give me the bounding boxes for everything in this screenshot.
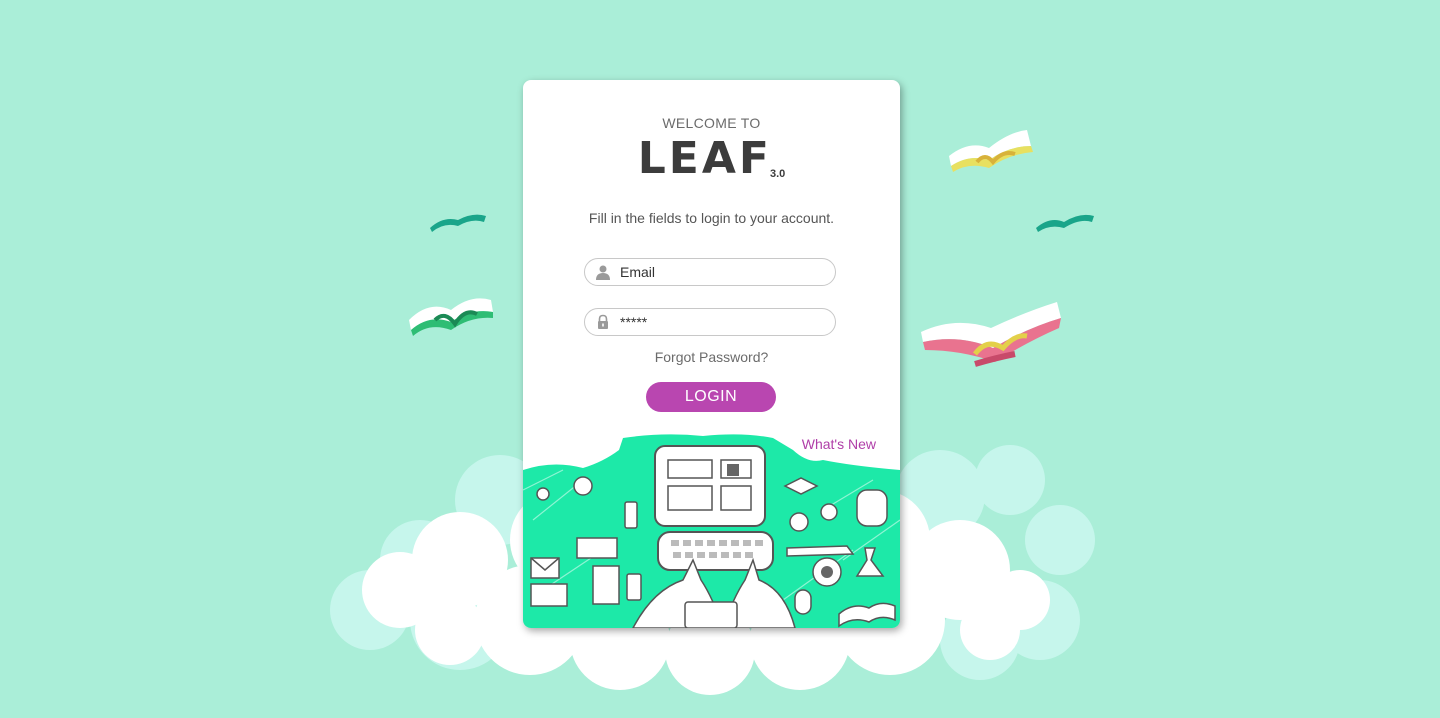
password-field[interactable] [584, 308, 836, 336]
book-decoration-left-top [430, 214, 486, 232]
lock-icon [598, 314, 608, 329]
login-card: WELCOME TO LEAF3.0 Fill in the fields to… [523, 80, 900, 628]
book-decoration-left-bottom [409, 298, 493, 336]
email-input[interactable] [620, 262, 820, 282]
book-decoration-right-top [949, 130, 1033, 172]
logo: LEAF3.0 [523, 136, 900, 182]
user-icon [596, 265, 610, 280]
forgot-password-link[interactable]: Forgot Password? [523, 349, 900, 365]
login-button[interactable]: LOGIN [646, 382, 776, 412]
book-decoration-right-large [921, 302, 1061, 367]
logo-version: 3.0 [769, 168, 786, 180]
logo-text: LEAF [637, 133, 772, 184]
book-decoration-right-small [1036, 214, 1094, 232]
password-input[interactable] [620, 312, 820, 332]
workspace-illustration [523, 434, 900, 628]
welcome-text: WELCOME TO [662, 115, 761, 131]
login-instructions: Fill in the fields to login to your acco… [588, 210, 835, 226]
email-field[interactable] [584, 258, 836, 286]
